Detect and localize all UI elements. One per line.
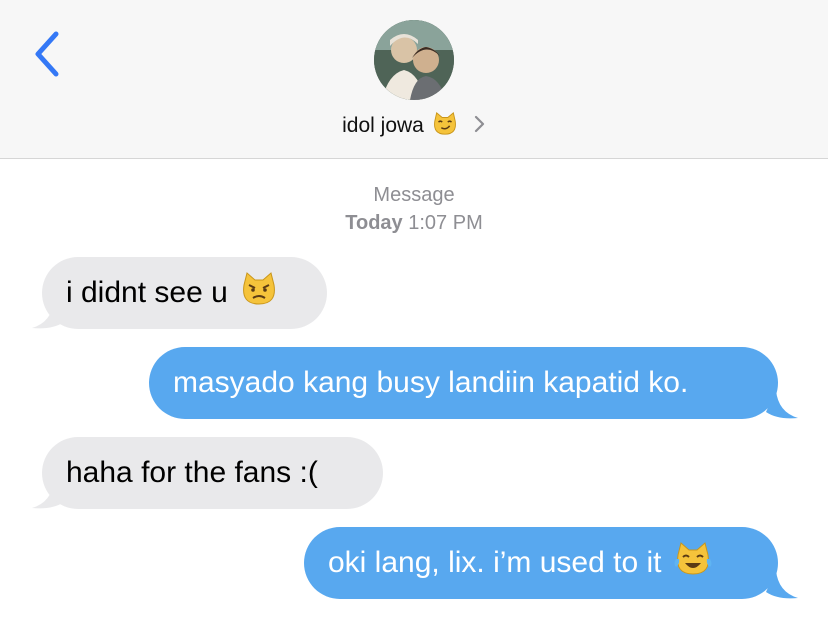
message-bubble-incoming[interactable]: i didnt see u — [42, 257, 327, 329]
message-bubble-outgoing[interactable]: oki lang, lix. i’m used to it — [304, 527, 778, 599]
contact-name: idol jowa — [342, 114, 424, 137]
chevron-right-icon — [474, 114, 486, 139]
pouting-cat-icon — [240, 271, 278, 315]
message-text: haha for the fans :( — [66, 456, 318, 489]
chevron-left-icon — [35, 31, 59, 77]
message-text: i didnt see u — [66, 276, 228, 309]
message-text: masyado kang busy landiin kapatid ko. — [173, 366, 689, 399]
smirk-cat-icon — [432, 111, 458, 142]
timestamp-time: 1:07 PM — [408, 212, 483, 234]
tears-of-joy-icon — [673, 540, 713, 586]
message-bubble-incoming[interactable]: haha for the fans :( — [42, 437, 383, 509]
service-label: Message — [373, 184, 455, 206]
conversation-header: idol jowa — [0, 0, 828, 159]
timestamp: Today 1:07 PM — [0, 212, 828, 235]
back-button[interactable] — [28, 28, 68, 80]
avatar-photo — [374, 20, 454, 100]
contact-avatar[interactable] — [374, 20, 454, 100]
contact-name-row[interactable]: idol jowa — [0, 110, 828, 142]
message-bubble-outgoing[interactable]: masyado kang busy landiin kapatid ko. — [149, 347, 778, 419]
message-text: oki lang, lix. i’m used to it — [328, 546, 662, 579]
timestamp-day: Today — [345, 212, 403, 234]
